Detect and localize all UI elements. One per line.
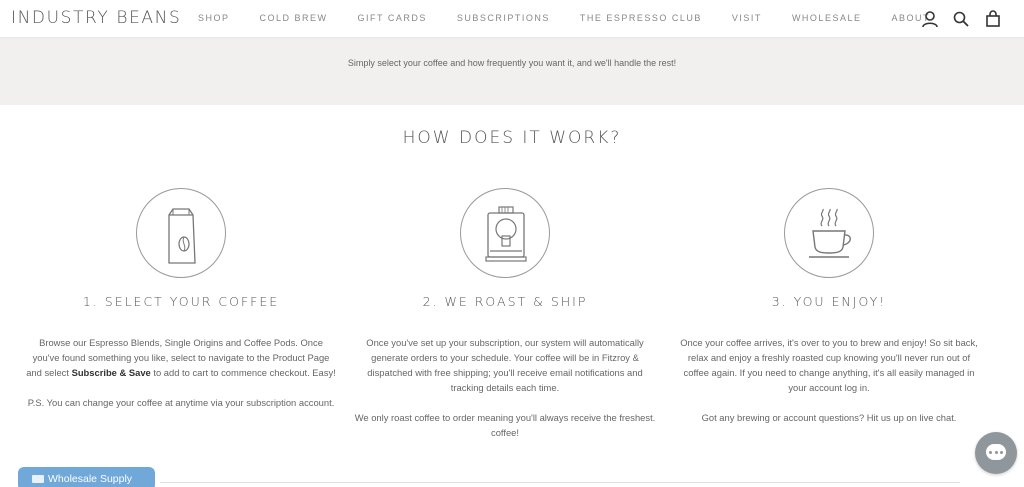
nav-cold-brew[interactable]: COLD BREW (260, 13, 328, 23)
banner-text: Simply select your coffee and how freque… (347, 58, 677, 68)
site-header: INDUSTRY BEANS SHOP COLD BREW GIFT CARDS… (0, 0, 1024, 38)
nav-subscriptions[interactable]: SUBSCRIPTIONS (457, 13, 550, 23)
nav-visit[interactable]: VISIT (732, 13, 762, 23)
step-select: 1. SELECT YOUR COFFEE Browse our Espress… (26, 188, 336, 410)
coffee-cup-icon (809, 208, 851, 258)
step-enjoy: 3. YOU ENJOY! Once your coffee arrives, … (674, 188, 984, 425)
nav-wholesale[interactable]: WHOLESALE (792, 13, 862, 23)
step-icon-circle (136, 188, 226, 278)
wholesale-supply-button[interactable]: Wholesale Supply (18, 467, 155, 487)
live-chat-button[interactable] (975, 432, 1017, 474)
search-icon[interactable] (952, 10, 970, 28)
envelope-icon (32, 475, 44, 483)
step-note: P.S. You can change your coffee at anyti… (27, 397, 335, 408)
account-icon[interactable] (921, 10, 939, 28)
main-nav: SHOP COLD BREW GIFT CARDS SUBSCRIPTIONS … (198, 13, 960, 23)
step-roast: 2. WE ROAST & SHIP Once you've set up yo… (350, 188, 660, 440)
step-title: 1. SELECT YOUR COFFEE (82, 294, 280, 309)
step-description: Once you've set up your subscription, ou… (366, 337, 644, 393)
section-title: HOW DOES IT WORK? (402, 128, 622, 148)
step-title: 2. WE ROAST & SHIP (422, 294, 588, 309)
coffee-bag-icon (168, 208, 196, 264)
nav-espresso-club[interactable]: THE ESPRESSO CLUB (580, 13, 702, 23)
step-icon-circle (784, 188, 874, 278)
wholesale-label: Wholesale Supply (48, 473, 133, 485)
divider (160, 482, 960, 483)
step-note: Got any brewing or account questions? Hi… (701, 412, 957, 423)
site-logo[interactable]: INDUSTRY BEANS (11, 8, 181, 28)
description-text: to add to cart to commence checkout. Eas… (150, 367, 336, 378)
subscribe-save-text: Subscribe & Save (71, 367, 151, 378)
nav-shop[interactable]: SHOP (198, 13, 230, 23)
chat-dots-icon (989, 451, 1003, 454)
cart-icon[interactable] (984, 10, 1002, 28)
step-title: 3. YOU ENJOY! (771, 294, 887, 309)
info-banner: Simply select your coffee and how freque… (0, 38, 1024, 105)
step-note: We only roast coffee to order meaning yo… (354, 412, 656, 438)
step-icon-circle (460, 188, 550, 278)
nav-gift-cards[interactable]: GIFT CARDS (358, 13, 427, 23)
espresso-machine-icon (485, 206, 527, 262)
step-description: Once your coffee arrives, it's over to y… (680, 337, 978, 393)
step-description: Browse our Espresso Blends, Single Origi… (26, 335, 336, 380)
